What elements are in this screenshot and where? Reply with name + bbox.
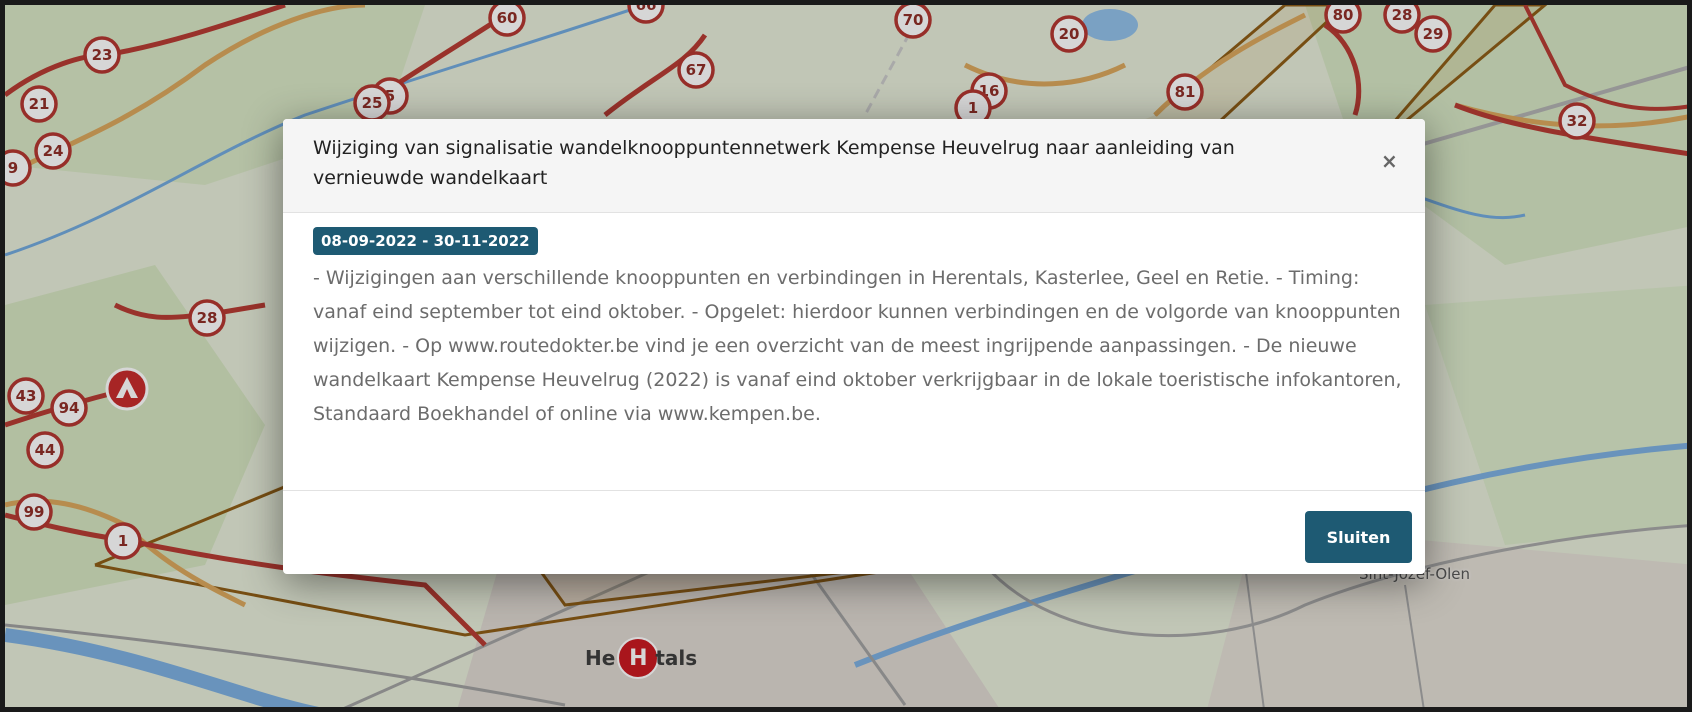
dialog-header: Wijziging van signalisatie wandelknooppu…	[283, 119, 1425, 213]
notice-dialog: Wijziging van signalisatie wandelknooppu…	[283, 119, 1425, 574]
date-range-badge: 08-09-2022 - 30-11-2022	[313, 227, 538, 255]
map-frame: 23 21 24 9 5 25 60 66 67 70 20 16 1 81 8…	[0, 0, 1692, 712]
close-icon[interactable]: ×	[1375, 147, 1403, 175]
dialog-footer: Sluiten	[283, 490, 1425, 574]
dialog-body-text: - Wijzigingen aan verschillende knooppun…	[313, 267, 1402, 425]
close-button[interactable]: Sluiten	[1305, 511, 1412, 563]
dialog-title: Wijziging van signalisatie wandelknooppu…	[313, 137, 1235, 189]
